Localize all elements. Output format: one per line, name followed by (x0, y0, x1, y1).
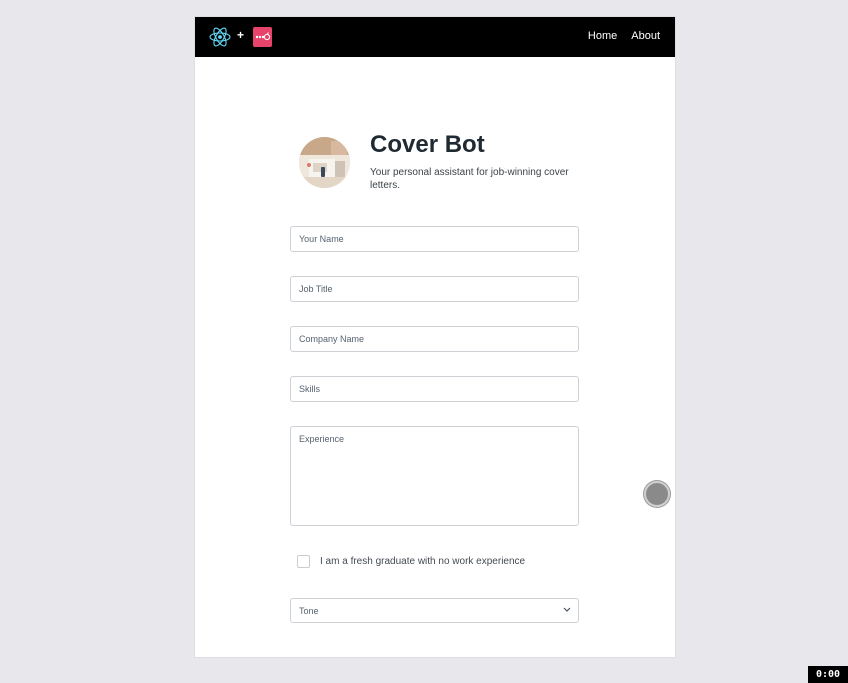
skills-field (290, 376, 579, 402)
nav-link-about[interactable]: About (631, 30, 660, 42)
api-logo-icon[interactable] (253, 27, 272, 47)
nav-link-home[interactable]: Home (588, 30, 617, 42)
fresh-graduate-checkbox[interactable] (297, 555, 310, 568)
fresh-graduate-row[interactable]: I am a fresh graduate with no work exper… (297, 555, 525, 568)
plus-sign: + (237, 28, 245, 42)
hero-avatar (299, 137, 350, 188)
job-title-input[interactable] (291, 277, 578, 301)
experience-textarea[interactable] (291, 427, 578, 525)
nav-links: Home About (588, 30, 660, 42)
company-name-field (290, 326, 579, 352)
chevron-down-icon (563, 607, 571, 612)
name-field (290, 226, 579, 252)
page-title: Cover Bot (370, 131, 485, 158)
company-name-input[interactable] (291, 327, 578, 351)
tone-select-value: Tone (299, 606, 319, 616)
job-title-field (290, 276, 579, 302)
floating-cursor-handle[interactable] (644, 481, 670, 507)
tone-select[interactable]: Tone (290, 598, 579, 623)
recording-timer: 0:00 (808, 666, 848, 683)
skills-input[interactable] (291, 377, 578, 401)
experience-field (290, 426, 579, 526)
fresh-graduate-label[interactable]: I am a fresh graduate with no work exper… (320, 556, 525, 567)
react-logo-icon[interactable] (209, 26, 231, 48)
page-subtitle: Your personal assistant for job-winning … (370, 167, 569, 191)
name-input[interactable] (291, 227, 578, 251)
navbar: + Home About (195, 17, 675, 57)
page-card: + Home About Cover Bot Your personal ass… (195, 17, 675, 657)
